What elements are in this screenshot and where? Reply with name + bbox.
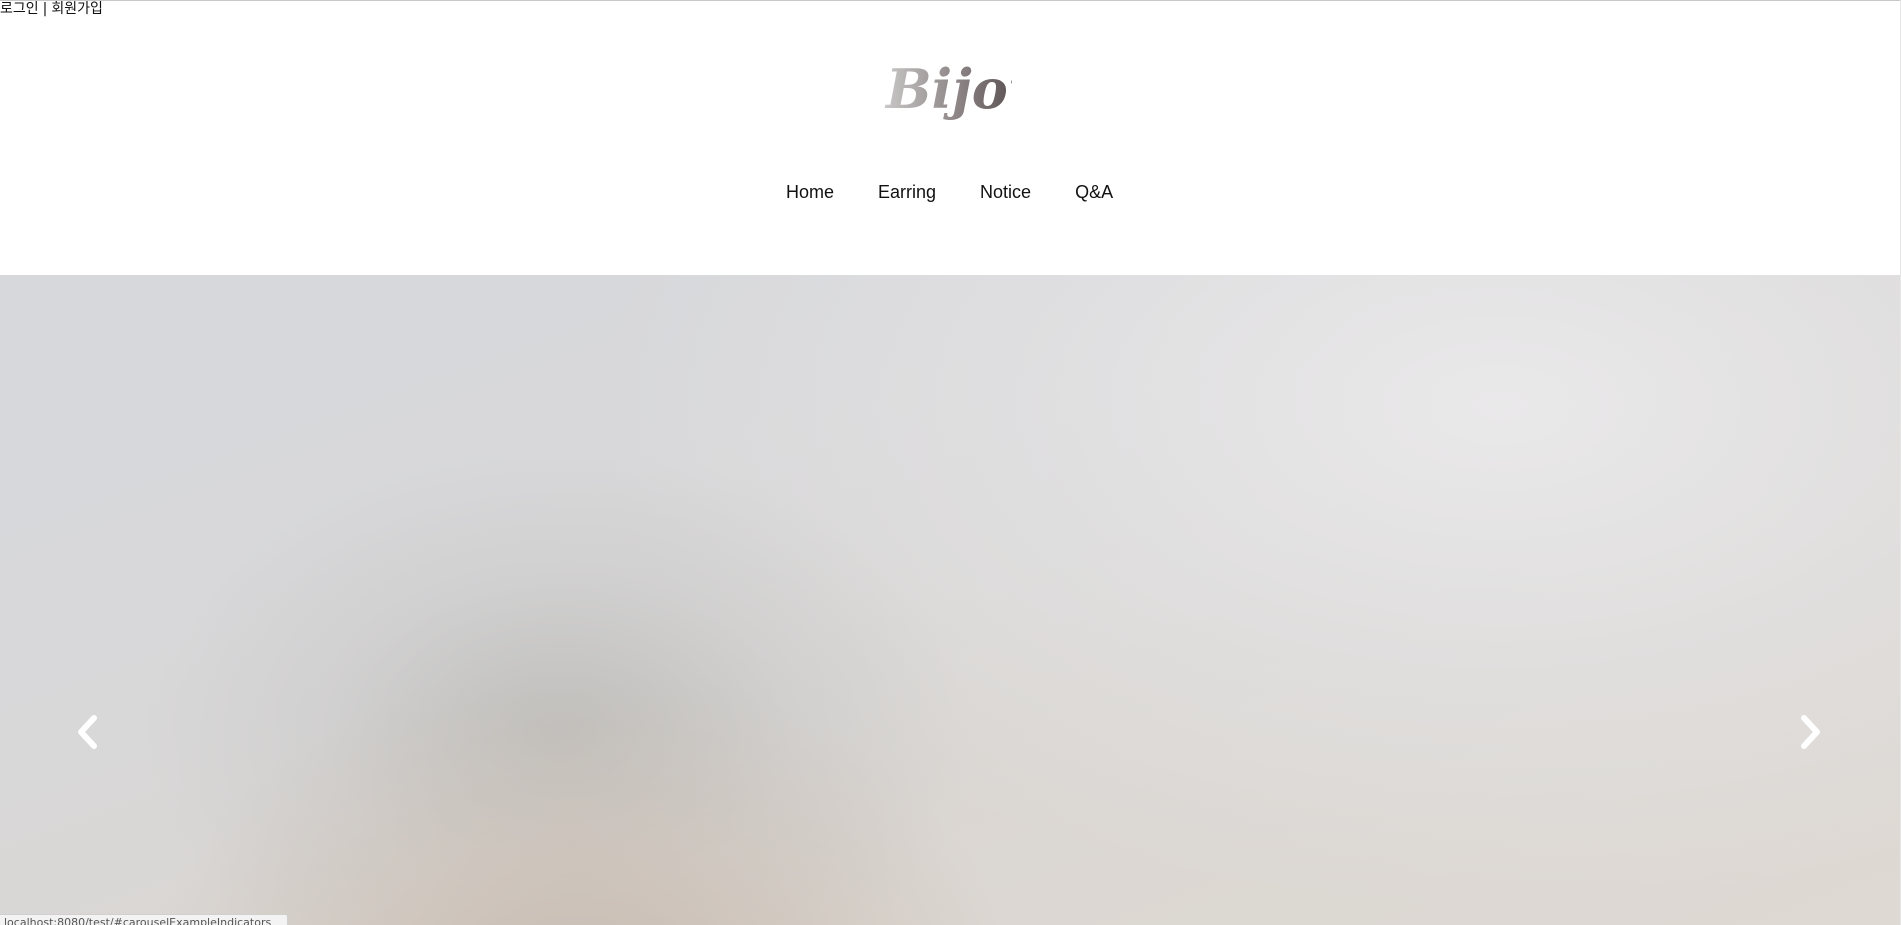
carousel-next-button[interactable] [1790, 710, 1830, 754]
main-nav: Home Earring Notice Q&A [786, 178, 1113, 206]
carousel-prev-button[interactable] [68, 710, 108, 754]
signup-link[interactable]: 회원가입 [51, 1, 103, 17]
brand-logo-text: Bijou [884, 57, 1012, 121]
page: 로그인|회원가입 Bijou Home Earring Notice Q&A [0, 0, 1901, 925]
nav-item-earring[interactable]: Earring [878, 182, 936, 203]
nav-item-qna[interactable]: Q&A [1075, 182, 1113, 203]
nav-item-notice[interactable]: Notice [980, 182, 1031, 203]
hero-carousel [0, 275, 1900, 925]
brand-logo-image: Bijou [884, 57, 1047, 121]
auth-separator: | [42, 1, 48, 17]
brand-logo[interactable]: Bijou [882, 56, 1047, 130]
chevron-left-icon [78, 715, 97, 749]
status-bar-url: localhost:8080/test/#carouselExampleIndi… [0, 914, 288, 925]
chevron-right-icon [1801, 715, 1820, 749]
nav-item-home[interactable]: Home [786, 182, 834, 203]
auth-links: 로그인 | 회원가입 [0, 0, 103, 18]
top-border [0, 0, 1900, 1]
login-link[interactable]: 로그인 [0, 1, 39, 17]
